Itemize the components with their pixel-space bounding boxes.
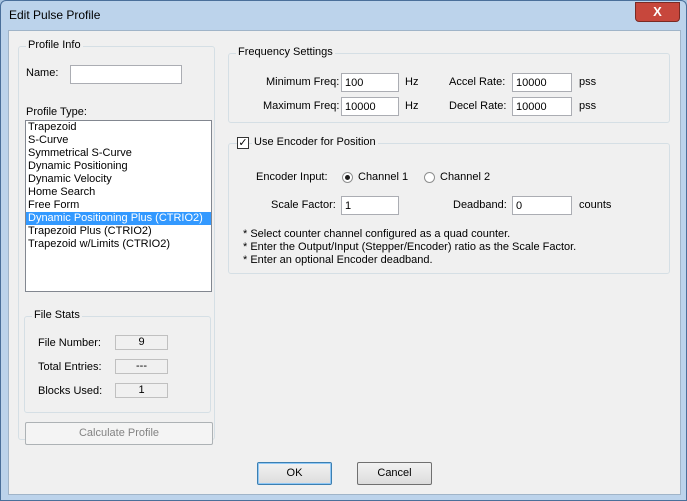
profile-type-item[interactable]: Symmetrical S-Curve xyxy=(26,147,211,160)
profile-type-item[interactable]: Home Search xyxy=(26,186,211,199)
accel-rate-label: Accel Rate: xyxy=(449,76,506,88)
channel-2-label[interactable]: Channel 2 xyxy=(440,171,490,183)
profile-type-item[interactable]: Dynamic Positioning xyxy=(26,160,211,173)
profile-type-item[interactable]: Dynamic Positioning Plus (CTRIO2) xyxy=(26,212,211,225)
checkmark-icon: ✓ xyxy=(238,137,248,149)
use-encoder-checkbox[interactable]: ✓ xyxy=(237,137,249,149)
file-stats-legend: File Stats xyxy=(32,309,82,321)
accel-rate-unit: pss xyxy=(579,76,597,88)
dialog-client: Profile Info Name: Profile Type: Trapezo… xyxy=(8,30,681,495)
profile-type-list[interactable]: Trapezoid S-Curve Symmetrical S-Curve Dynam… xyxy=(25,120,212,292)
total-entries-value: --- xyxy=(115,359,168,374)
use-encoder-label[interactable]: Use Encoder for Position xyxy=(252,136,378,148)
minimum-freq-label: Minimum Freq: xyxy=(266,76,340,88)
total-entries-label: Total Entries: xyxy=(38,361,102,373)
name-label: Name: xyxy=(26,67,59,79)
maximum-freq-unit: Hz xyxy=(405,100,419,112)
deadband-unit: counts xyxy=(579,199,612,211)
encoder-group: ✓ Use Encoder for Position Encoder Input… xyxy=(228,136,670,274)
calculate-profile-button[interactable]: Calculate Profile xyxy=(25,422,213,445)
deadband-label: Deadband: xyxy=(453,199,507,211)
decel-rate-input[interactable] xyxy=(512,97,572,116)
scale-factor-label: Scale Factor: xyxy=(271,199,336,211)
profile-type-item[interactable]: S-Curve xyxy=(26,134,211,147)
minimum-freq-unit: Hz xyxy=(405,76,419,88)
profile-type-item[interactable]: Trapezoid xyxy=(26,121,211,134)
scale-factor-input[interactable] xyxy=(341,196,399,215)
maximum-freq-label: Maximum Freq: xyxy=(263,100,340,112)
decel-rate-label: Decel Rate: xyxy=(449,100,507,112)
cancel-button[interactable]: Cancel xyxy=(357,462,432,485)
blocks-used-value: 1 xyxy=(115,383,168,398)
profile-type-item[interactable]: Trapezoid Plus (CTRIO2) xyxy=(26,225,211,238)
name-input[interactable] xyxy=(70,65,182,84)
channel-2-radio[interactable] xyxy=(424,172,435,183)
minimum-freq-input[interactable] xyxy=(341,73,399,92)
encoder-note: * Enter an optional Encoder deadband. xyxy=(243,254,433,266)
window-title: Edit Pulse Profile xyxy=(9,8,101,22)
profile-info-legend: Profile Info xyxy=(26,39,83,51)
file-number-value: 9 xyxy=(115,335,168,350)
accel-rate-input[interactable] xyxy=(512,73,572,92)
blocks-used-label: Blocks Used: xyxy=(38,385,103,397)
channel-1-radio[interactable] xyxy=(342,172,353,183)
encoder-input-label: Encoder Input: xyxy=(256,171,328,183)
frequency-settings-legend: Frequency Settings xyxy=(236,46,335,58)
deadband-input[interactable] xyxy=(512,196,572,215)
profile-type-item[interactable]: Trapezoid w/Limits (CTRIO2) xyxy=(26,238,211,251)
title-bar[interactable]: Edit Pulse Profile X xyxy=(1,1,686,29)
file-number-label: File Number: xyxy=(38,337,101,349)
encoder-note: * Select counter channel configured as a… xyxy=(243,228,511,240)
ok-button[interactable]: OK xyxy=(257,462,332,485)
profile-type-item[interactable]: Dynamic Velocity xyxy=(26,173,211,186)
close-button[interactable]: X xyxy=(635,2,680,22)
profile-type-item[interactable]: Free Form xyxy=(26,199,211,212)
encoder-note: * Enter the Output/Input (Stepper/Encode… xyxy=(243,241,577,253)
file-stats-group: File Stats File Number: 9 Total Entries:… xyxy=(24,309,211,413)
radio-selected-icon xyxy=(345,175,350,180)
frequency-settings-group: Frequency Settings Minimum Freq: Hz Maxi… xyxy=(228,46,670,123)
maximum-freq-input[interactable] xyxy=(341,97,399,116)
profile-type-label: Profile Type: xyxy=(26,106,87,118)
dialog-window: Edit Pulse Profile X Profile Info Name: … xyxy=(0,0,687,501)
decel-rate-unit: pss xyxy=(579,100,597,112)
channel-1-label[interactable]: Channel 1 xyxy=(358,171,408,183)
